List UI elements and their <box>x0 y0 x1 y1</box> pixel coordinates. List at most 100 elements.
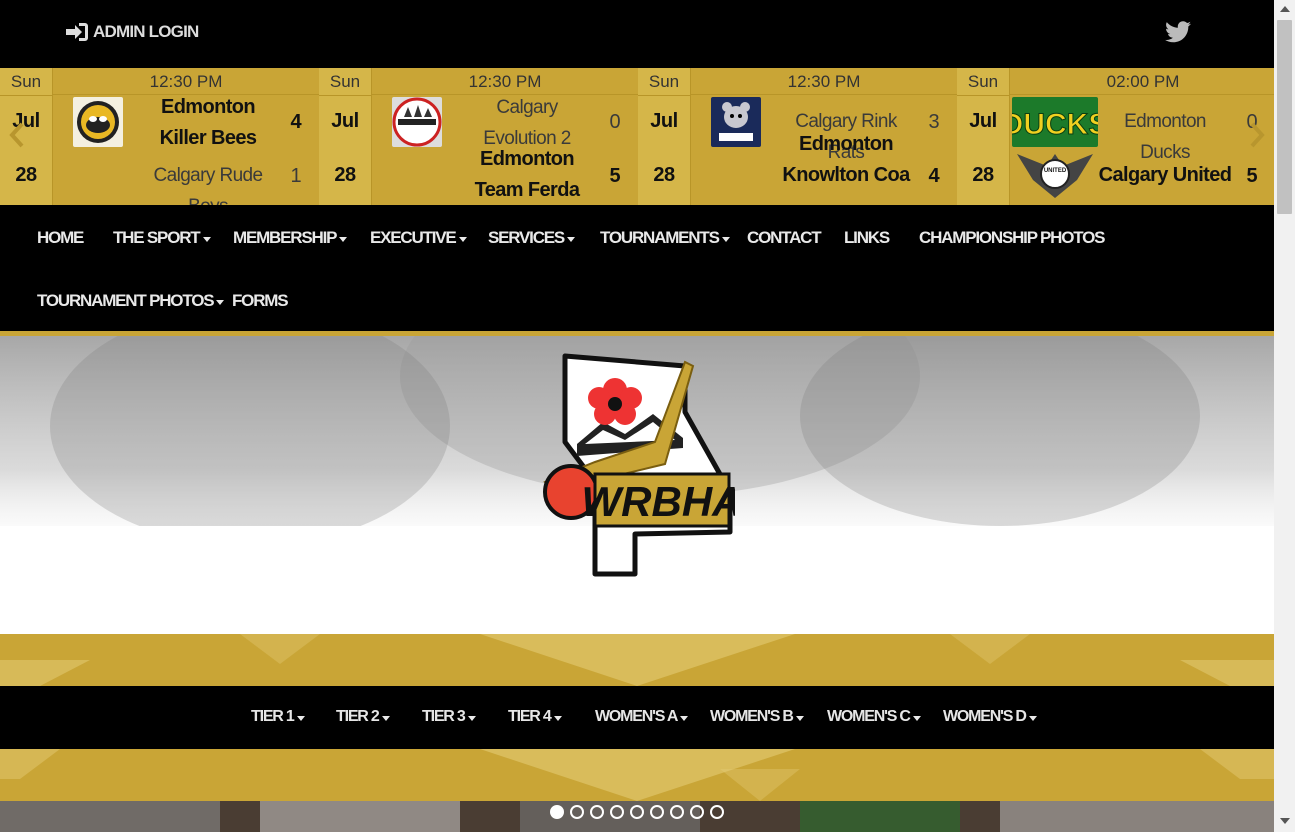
carousel-dot[interactable] <box>630 805 644 819</box>
carousel-indicators <box>550 805 724 819</box>
caret-down-icon <box>202 236 211 242</box>
nav-label: HOME <box>37 228 84 247</box>
caret-down-icon <box>553 715 562 721</box>
carousel-dot[interactable] <box>710 805 724 819</box>
caret-down-icon <box>467 715 476 721</box>
nav-label: TOURNAMENTS <box>600 228 720 247</box>
nav-label: EXECUTIVE <box>370 228 457 247</box>
tier-label: TIER 1 <box>251 708 295 725</box>
carousel-dot[interactable] <box>590 805 604 819</box>
tier-item-tier-4[interactable]: TIER 4 <box>508 708 562 726</box>
tier-item-womens-c[interactable]: WOMEN'S C <box>827 708 921 726</box>
game-day: 28 <box>334 164 356 186</box>
tier-label: WOMEN'S C <box>827 708 911 725</box>
hero-banner: WRBHA <box>0 336 1274 634</box>
united-logo-icon: UNITED <box>1017 154 1093 198</box>
game-day-of-week: Sun <box>319 72 371 96</box>
nav-label: CHAMPIONSHIP PHOTOS <box>919 228 1106 247</box>
game-day-of-week: Sun <box>638 72 690 96</box>
tier-label: TIER 3 <box>422 708 466 725</box>
carousel-dot[interactable] <box>570 805 584 819</box>
admin-login-link[interactable]: ADMIN LOGIN <box>65 22 199 42</box>
united-logo-text: UNITED <box>1044 168 1067 174</box>
game-time: 12:30 PM <box>149 72 223 91</box>
game-day: 28 <box>15 164 37 186</box>
team-name: Calgary United <box>1098 164 1232 186</box>
carousel-dot[interactable] <box>690 805 704 819</box>
team-score: 3 <box>928 111 940 133</box>
nav-item-home[interactable]: HOME <box>37 228 84 248</box>
tier-label: WOMEN'S A <box>595 708 678 725</box>
nav-label: SERVICES <box>488 228 565 247</box>
scroll-thumb[interactable] <box>1277 20 1292 214</box>
scores-ticker: Sun Jul 28 12:30 PM Edmonton Killer Bees… <box>0 68 1274 205</box>
ducks-logo-icon: DUCKS <box>1012 97 1098 147</box>
nav-item-links[interactable]: LINKS <box>844 228 890 248</box>
tier-item-tier-1[interactable]: TIER 1 <box>251 708 305 726</box>
scroll-down-arrow-icon[interactable] <box>1280 818 1290 824</box>
game-time: 02:00 PM <box>1106 72 1180 91</box>
nav-item-the-sport[interactable]: THE SPORT <box>113 228 211 248</box>
team-score: 4 <box>928 165 940 187</box>
team-score: 5 <box>1246 165 1258 187</box>
ducks-logo-text: DUCKS <box>1012 108 1098 141</box>
nav-item-services[interactable]: SERVICES <box>488 228 576 248</box>
game-month: Jul <box>969 110 997 132</box>
tier-navigation: TIER 1 TIER 2 TIER 3 TIER 4 WOMEN'S A WO… <box>0 686 1274 749</box>
tier-item-womens-b[interactable]: WOMEN'S B <box>710 708 804 726</box>
nav-item-tournament-photos[interactable]: TOURNAMENT PHOTOS <box>37 291 225 311</box>
triangle-pattern-icon <box>0 634 1274 686</box>
page: ADMIN LOGIN Sun Jul 28 12:30 PM Edmonton… <box>0 0 1295 832</box>
nav-item-tournaments[interactable]: TOURNAMENTS <box>600 228 730 248</box>
ticker-next-arrow-icon[interactable] <box>1246 120 1268 150</box>
game-time: 12:30 PM <box>787 72 861 91</box>
tier-label: WOMEN'S B <box>710 708 794 725</box>
team-score: 0 <box>609 111 621 133</box>
page-scrollbar[interactable] <box>1274 0 1295 832</box>
gold-band-top <box>0 634 1274 686</box>
tier-label: TIER 2 <box>336 708 380 725</box>
tier-item-womens-d[interactable]: WOMEN'S D <box>943 708 1037 726</box>
nav-item-championship-photos[interactable]: CHAMPIONSHIP PHOTOS <box>919 228 1106 248</box>
twitter-icon[interactable] <box>1165 20 1191 44</box>
caret-down-icon <box>296 715 305 721</box>
ticker-prev-arrow-icon[interactable] <box>6 120 28 150</box>
rink-rats-logo-icon <box>711 97 761 147</box>
game-card[interactable]: Sun Jul 28 12:30 PM Calgary Evolution 2 … <box>319 68 638 205</box>
carousel-dot[interactable] <box>610 805 624 819</box>
caret-down-icon <box>216 299 225 305</box>
game-card[interactable]: Sun Jul 28 12:30 PM Calgary Rink Rats 3 … <box>638 68 957 205</box>
tier-label: WOMEN'S D <box>943 708 1027 725</box>
caret-down-icon <box>381 715 390 721</box>
team-name: Edmonton Ducks <box>1124 111 1206 163</box>
tier-item-womens-a[interactable]: WOMEN'S A <box>595 708 689 726</box>
team-score: 1 <box>290 165 302 187</box>
nav-label: FORMS <box>232 291 289 310</box>
team-score: 4 <box>290 111 302 133</box>
scroll-up-arrow-icon[interactable] <box>1280 6 1290 12</box>
caret-down-icon <box>680 715 689 721</box>
carousel-dot[interactable] <box>670 805 684 819</box>
game-day-of-week: Sun <box>957 72 1009 96</box>
carousel-dot[interactable] <box>550 805 564 819</box>
tier-item-tier-2[interactable]: TIER 2 <box>336 708 390 726</box>
nav-item-forms[interactable]: FORMS <box>232 291 289 311</box>
gold-band-bottom <box>0 749 1274 801</box>
game-day: 28 <box>972 164 994 186</box>
game-date: Sun Jul 28 <box>319 68 372 205</box>
tier-label: TIER 4 <box>508 708 552 725</box>
game-card[interactable]: Sun Jul 28 02:00 PM DUCKS UNITED Edmonto… <box>957 68 1274 205</box>
nav-label: LINKS <box>844 228 890 247</box>
killer-bees-logo-icon <box>73 97 123 147</box>
nav-item-membership[interactable]: MEMBERSHIP <box>233 228 348 248</box>
caret-down-icon <box>339 236 348 242</box>
game-card[interactable]: Sun Jul 28 12:30 PM Edmonton Killer Bees… <box>0 68 319 205</box>
game-month: Jul <box>331 110 359 132</box>
carousel-dot[interactable] <box>650 805 664 819</box>
caret-down-icon <box>795 715 804 721</box>
nav-item-executive[interactable]: EXECUTIVE <box>370 228 467 248</box>
nav-item-contact[interactable]: CONTACT <box>747 228 822 248</box>
tier-item-tier-3[interactable]: TIER 3 <box>422 708 476 726</box>
triangle-pattern-icon <box>0 749 1274 801</box>
game-day: 28 <box>653 164 675 186</box>
